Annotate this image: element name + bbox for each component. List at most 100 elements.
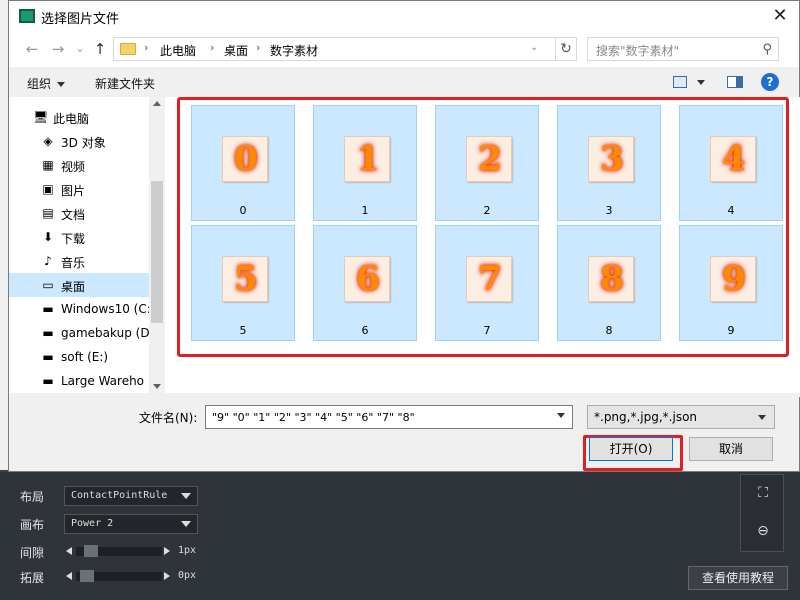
file-tile[interactable]: 44 (679, 105, 783, 221)
flame-digit-image: 1 (356, 139, 380, 179)
chevron-down-icon (181, 521, 191, 527)
file-tile[interactable]: 55 (191, 225, 295, 341)
file-tile[interactable]: 33 (557, 105, 661, 221)
sidebar-item-label: 此电脑 (53, 112, 90, 126)
sidebar-item[interactable]: ▦ 视频 (9, 153, 149, 177)
file-tile[interactable]: 22 (435, 105, 539, 221)
organize-label: 组织 (27, 77, 52, 91)
zoom-out-icon[interactable]: ⊖ (753, 521, 773, 541)
sidebar-item[interactable]: 🖥 此电脑 (9, 105, 149, 129)
close-icon[interactable]: ✕ (769, 5, 791, 27)
search-icon[interactable]: ⚲ (762, 42, 772, 57)
canvas-label: 画布 (20, 518, 45, 532)
sidebar-item[interactable]: ♪ 音乐 (9, 249, 149, 273)
spacing-label: 间隙 (20, 546, 45, 560)
file-type-select[interactable]: *.png,*.jpg,*.json (587, 405, 775, 429)
layout-select[interactable]: ContactPointRule (64, 486, 198, 506)
sidebar-item[interactable]: ◈ 3D 对象 (9, 129, 149, 153)
chevron-right-icon[interactable]: › (256, 41, 260, 54)
chevron-down-icon[interactable]: ⌄ (530, 42, 538, 53)
app-icon (19, 9, 35, 23)
sidebar-item[interactable]: ⬇ 下载 (9, 225, 149, 249)
image-thumbnail: 1 (344, 136, 390, 182)
spacing-value: 1px (178, 545, 197, 556)
navigation-pane: 🖥 此电脑 ◈ 3D 对象 ▦ 视频 ▣ 图片 ▤ 文档 ⬇ 下载 ♪ 音乐 ▭ 桌面 ▬ Windows10 (… (9, 97, 165, 393)
up-arrow-icon[interactable]: ↑ (91, 40, 109, 58)
sidebar-item[interactable]: ▭ 桌面 (9, 273, 149, 297)
breadcrumb-this-pc[interactable]: 此电脑 (160, 42, 196, 59)
sidebar-item-label: gamebakup (D (61, 326, 150, 340)
expand-label: 拓展 (20, 571, 45, 585)
fit-screen-icon[interactable]: ⛶ (753, 483, 773, 503)
drive-icon: ▬ (42, 374, 54, 388)
cancel-button[interactable]: 取消 (689, 437, 773, 461)
file-name: 7 (483, 324, 491, 337)
canvas-select[interactable]: Power 2 (64, 514, 198, 534)
forward-arrow-icon[interactable]: → (49, 40, 67, 58)
file-tile[interactable]: 00 (191, 105, 295, 221)
breadcrumb-desktop[interactable]: 桌面 (224, 42, 248, 59)
image-thumbnail: 5 (222, 256, 268, 302)
recent-locations-icon[interactable]: ⌄ (71, 40, 89, 58)
decrease-arrow-icon[interactable] (66, 547, 72, 555)
slider-thumb[interactable] (84, 545, 98, 557)
filename-input[interactable] (205, 405, 573, 429)
decrease-arrow-icon[interactable] (66, 572, 72, 580)
dialog-titlebar: 选择图片文件 ✕ (9, 1, 799, 31)
help-icon[interactable]: ? (761, 73, 779, 91)
file-tile[interactable]: 99 (679, 225, 783, 341)
file-tile[interactable]: 11 (313, 105, 417, 221)
image-thumbnail: 9 (710, 256, 756, 302)
background-app-edge (0, 0, 8, 470)
breadcrumb[interactable]: › 此电脑 › 桌面 › 数字素材 ⌄ (113, 37, 577, 61)
sidebar-item-label: 视频 (61, 160, 86, 174)
flame-digit-image: 0 (234, 139, 258, 179)
sidebar-item[interactable]: ▬ Large Wareho (9, 369, 149, 393)
image-thumbnail: 7 (466, 256, 512, 302)
nav-scrollbar[interactable] (149, 97, 165, 393)
chevron-down-icon (758, 415, 766, 420)
file-tile[interactable]: 66 (313, 225, 417, 341)
increase-arrow-icon[interactable] (164, 547, 170, 555)
new-folder-button[interactable]: 新建文件夹 (95, 75, 155, 92)
scroll-down-icon[interactable] (153, 384, 161, 389)
sidebar-item[interactable]: ▣ 图片 (9, 177, 149, 201)
tutorial-button[interactable]: 查看使用教程 (688, 566, 788, 590)
file-tile[interactable]: 88 (557, 225, 661, 341)
expand-value: 0px (178, 570, 197, 581)
chevron-down-icon (181, 493, 191, 499)
refresh-icon[interactable]: ↻ (555, 37, 577, 61)
sidebar-item-label: 音乐 (61, 256, 86, 270)
scroll-up-icon[interactable] (153, 101, 161, 106)
address-bar: ← → ⌄ ↑ › 此电脑 › 桌面 › 数字素材 ⌄ 搜索"数字素材" ⚲ (9, 31, 799, 67)
slider-thumb[interactable] (80, 570, 94, 582)
search-placeholder: 搜索"数字素材" (596, 44, 680, 58)
scroll-thumb[interactable] (151, 181, 163, 323)
organize-menu[interactable]: 组织 (27, 75, 66, 92)
chevron-right-icon[interactable]: › (144, 41, 148, 54)
file-name: 1 (361, 204, 369, 217)
sidebar-item[interactable]: ▬ gamebakup (D (9, 321, 149, 345)
picture-icon: ▣ (42, 182, 54, 196)
sidebar-item[interactable]: ▬ Windows10 (C: (9, 297, 150, 321)
flame-digit-image: 8 (600, 259, 624, 299)
file-type-value: *.png,*.jpg,*.json (594, 410, 698, 424)
file-tile[interactable]: 77 (435, 225, 539, 341)
sidebar-item[interactable]: ▤ 文档 (9, 201, 149, 225)
search-input[interactable]: 搜索"数字素材" ⚲ (587, 37, 779, 61)
chevron-right-icon[interactable]: › (210, 41, 214, 54)
increase-arrow-icon[interactable] (164, 572, 170, 580)
expand-slider[interactable] (64, 569, 172, 583)
back-arrow-icon[interactable]: ← (23, 40, 41, 58)
spacing-slider[interactable] (64, 544, 172, 558)
chevron-down-icon[interactable] (557, 413, 565, 418)
change-view-icon[interactable] (673, 76, 687, 88)
sidebar-item-label: 图片 (61, 184, 86, 198)
open-button[interactable]: 打开(O) (589, 437, 673, 461)
preview-pane-icon[interactable] (727, 76, 743, 88)
sidebar-item[interactable]: ▬ soft (E:) (9, 345, 149, 369)
breadcrumb-current-folder[interactable]: 数字素材 (270, 42, 318, 59)
sidebar-item-label: 桌面 (61, 280, 86, 294)
music-icon: ♪ (44, 254, 52, 268)
chevron-down-icon[interactable] (697, 80, 705, 85)
